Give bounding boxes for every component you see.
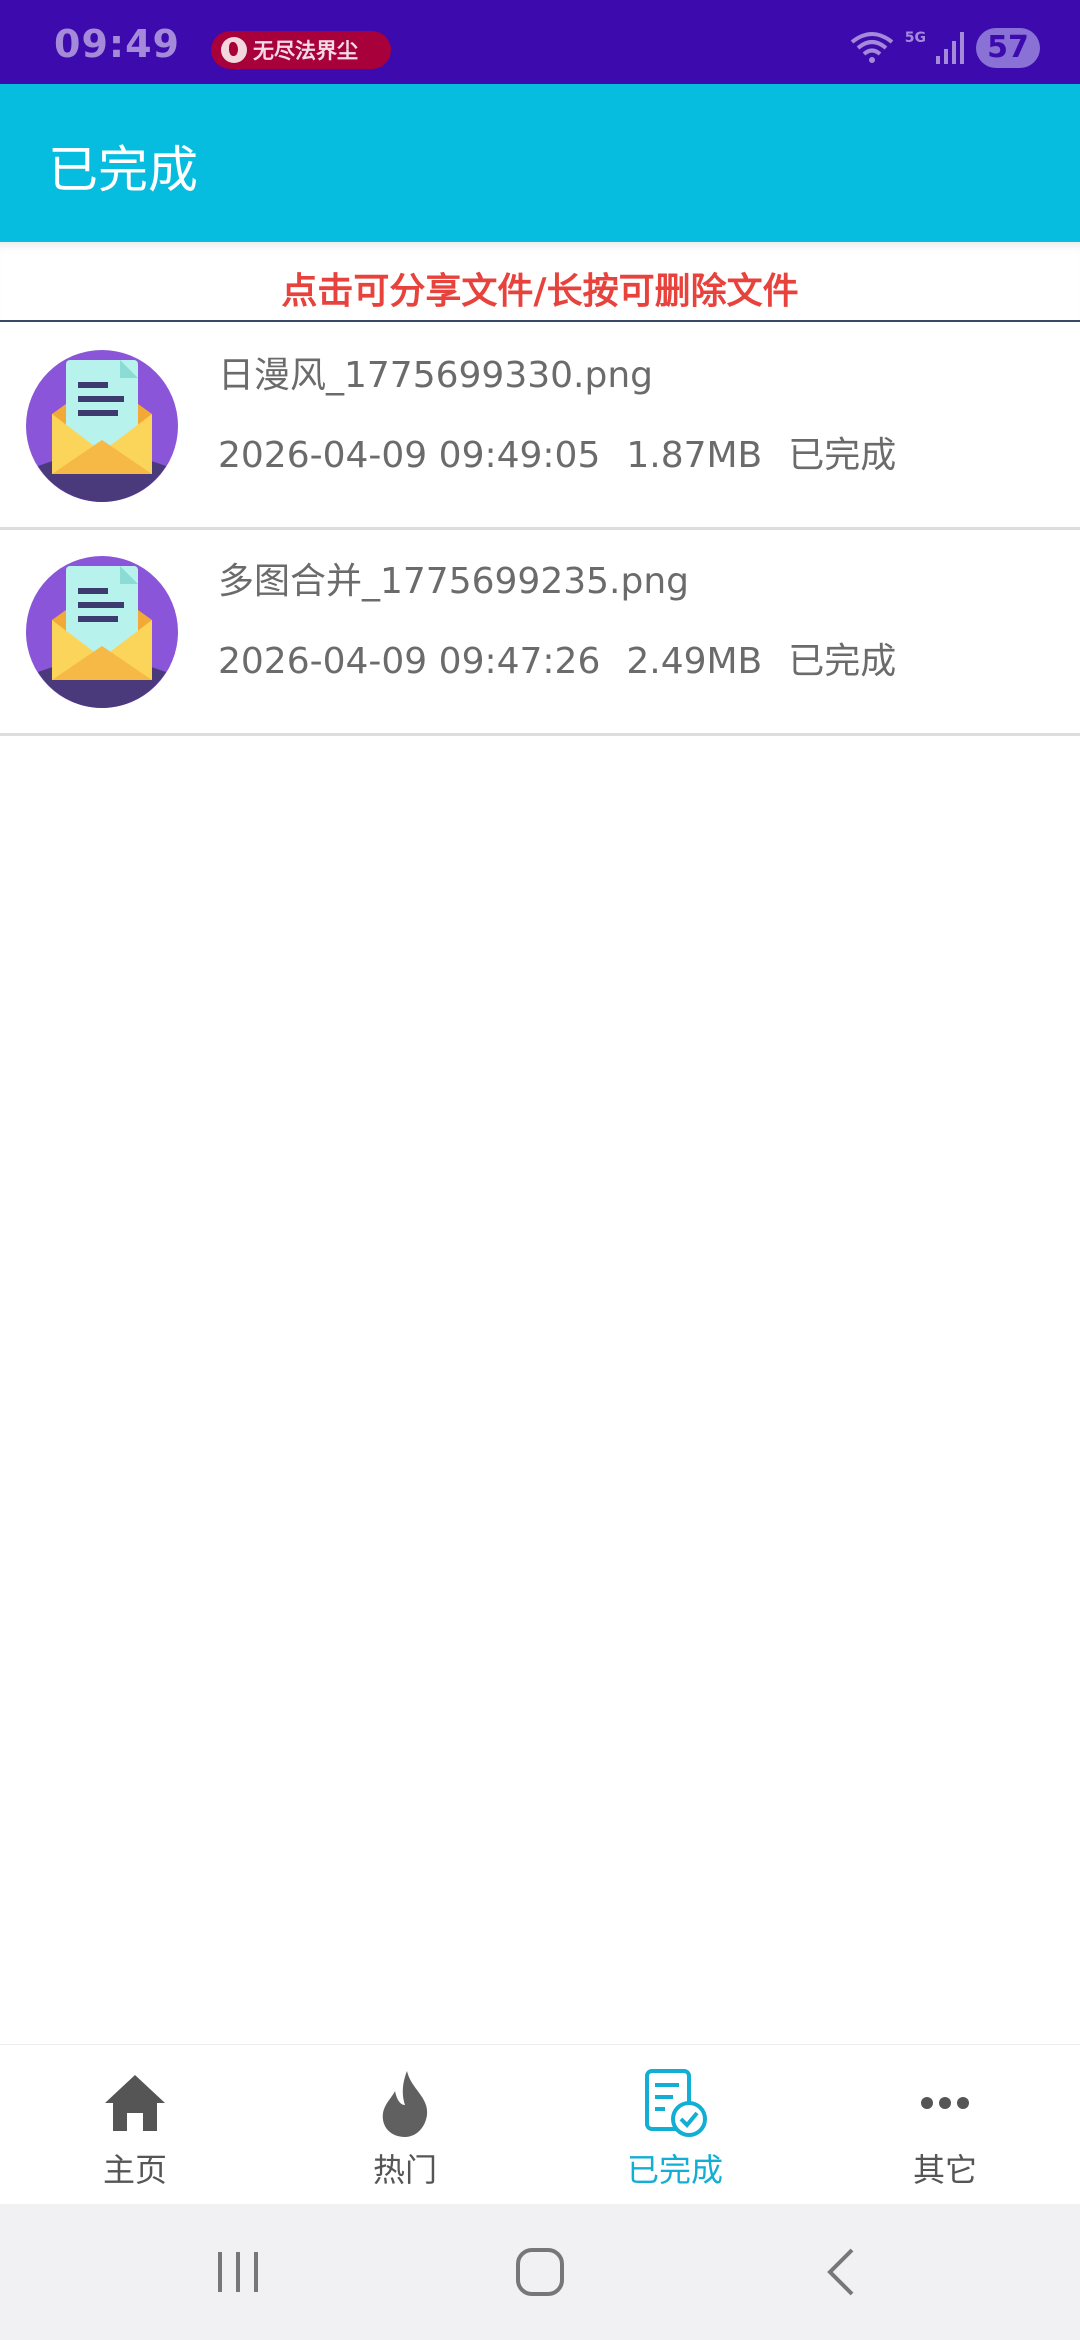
file-date: 2026-04-09 09:47:26 — [218, 641, 601, 682]
file-size: 2.49MB — [626, 641, 763, 682]
mail-file-icon — [26, 350, 178, 502]
more-icon — [921, 2097, 969, 2109]
hint-banner: 点击可分享文件/长按可删除文件 — [0, 242, 1080, 322]
nav-label: 已完成 — [626, 2151, 723, 2189]
bottom-nav: 主页 热门 已完成 其它 — [0, 2044, 1080, 2204]
nav-label: 其它 — [912, 2151, 977, 2189]
page-title: 已完成 — [48, 141, 198, 199]
battery-indicator: 57 — [976, 28, 1040, 68]
back-icon[interactable] — [812, 2242, 872, 2302]
file-name: 日漫风_1775699330.png — [218, 355, 654, 396]
file-meta: 2026-04-09 09:47:26 2.49MB 已完成 — [218, 632, 922, 684]
file-date: 2026-04-09 09:49:05 — [218, 435, 601, 476]
file-name: 多图合并_1775699235.png — [218, 561, 690, 602]
completed-doc-icon — [645, 2069, 707, 2137]
nav-item-home[interactable]: 主页 — [0, 2045, 270, 2204]
system-nav-bar — [0, 2204, 1080, 2340]
wifi-icon — [850, 32, 894, 63]
home-icon — [105, 2075, 165, 2131]
nav-label: 热门 — [372, 2151, 437, 2189]
notification-pill-label: 无尽法界尘 — [253, 39, 358, 63]
file-list: 日漫风_1775699330.png 2026-04-09 09:49:05 1.… — [0, 324, 1080, 736]
notification-pill[interactable]: 无尽法界尘 — [211, 31, 391, 69]
file-meta: 2026-04-09 09:49:05 1.87MB 已完成 — [218, 426, 922, 478]
file-item[interactable]: 日漫风_1775699330.png 2026-04-09 09:49:05 1.… — [0, 324, 1080, 530]
hint-text: 点击可分享文件/长按可删除文件 — [281, 271, 799, 312]
location-icon — [221, 37, 247, 63]
signal-icon — [936, 32, 964, 64]
file-status: 已完成 — [788, 641, 897, 682]
status-bar: 09:49 无尽法界尘 5G 57 — [0, 0, 1080, 84]
home-button-icon[interactable] — [510, 2242, 570, 2302]
flame-icon — [382, 2071, 428, 2137]
nav-item-other[interactable]: 其它 — [810, 2045, 1080, 2204]
status-icons: 5G 57 — [849, 28, 1040, 68]
recent-apps-icon[interactable] — [208, 2242, 268, 2302]
status-time: 09:49 — [54, 22, 180, 66]
nav-item-hot[interactable]: 热门 — [270, 2045, 540, 2204]
file-item[interactable]: 多图合并_1775699235.png 2026-04-09 09:47:26 2… — [0, 530, 1080, 736]
file-size: 1.87MB — [626, 435, 763, 476]
network-type: 5G — [904, 30, 926, 46]
file-status: 已完成 — [788, 435, 897, 476]
nav-label: 主页 — [102, 2151, 167, 2189]
app-bar: 已完成 — [0, 84, 1080, 242]
nav-item-completed[interactable]: 已完成 — [540, 2045, 810, 2204]
mail-file-icon — [26, 556, 178, 708]
